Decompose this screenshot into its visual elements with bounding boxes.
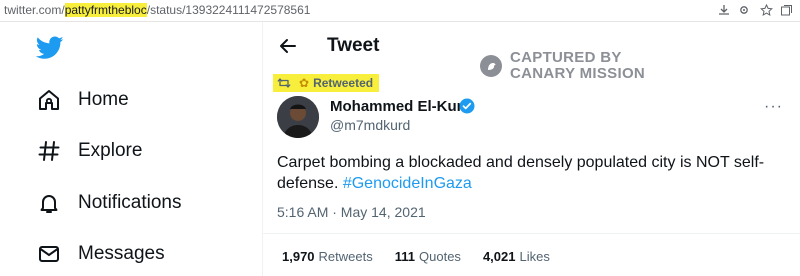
retweet-icon xyxy=(277,76,291,90)
sunflower-icon: ✿ xyxy=(299,76,310,90)
hashtag-link[interactable]: #GenocideInGaza xyxy=(343,175,472,192)
divider xyxy=(263,233,800,234)
envelope-icon xyxy=(36,241,62,267)
favorite-star-icon[interactable] xyxy=(758,2,774,18)
retweets-label: Retweets xyxy=(318,249,373,264)
collections-icon[interactable] xyxy=(778,2,794,18)
sidebar-item-home[interactable]: Home xyxy=(36,80,129,120)
avatar[interactable] xyxy=(277,96,319,138)
url-domain: twitter.com/ xyxy=(4,3,65,17)
sidebar-item-messages[interactable]: Messages xyxy=(36,234,165,274)
author-handle[interactable]: @m7mdkurd xyxy=(330,117,410,133)
quotes-label: Quotes xyxy=(419,249,461,264)
url-path: /status/1393224111472578561 xyxy=(146,3,311,17)
retweets-count: 1,970 xyxy=(282,249,315,264)
sidebar-item-explore[interactable]: Explore xyxy=(36,131,142,171)
column-divider xyxy=(262,22,263,276)
browser-address-bar[interactable]: twitter.com/pattyfrmthebloc/status/13932… xyxy=(0,0,800,22)
watermark-line-2: CANARY MISSION xyxy=(510,65,646,82)
retweeted-label: Retweeted xyxy=(313,76,374,90)
tweet-text: Carpet bombing a blockaded and densely p… xyxy=(277,152,765,194)
bell-icon xyxy=(36,190,62,216)
author-name[interactable]: Mohammed El-Kurd xyxy=(330,98,472,115)
quotes-stat[interactable]: 111 Quotes xyxy=(395,249,461,264)
canary-bird-icon xyxy=(480,55,502,77)
sidebar-item-label: Explore xyxy=(78,140,143,161)
quotes-count: 111 xyxy=(394,249,416,264)
sidebar-item-label: Notifications xyxy=(78,192,182,213)
tweet-timestamp[interactable]: 5:16 AM · May 14, 2021 xyxy=(277,204,426,220)
tweet-stats: 1,970 Retweets 111 Quotes 4,021 Likes xyxy=(282,249,572,264)
page-title: Tweet xyxy=(327,35,380,56)
likes-label: Likes xyxy=(519,249,550,264)
retweets-stat[interactable]: 1,970 Retweets xyxy=(282,249,373,264)
verified-badge-icon xyxy=(459,98,475,114)
tweet-text-line-2: defense. xyxy=(277,175,343,192)
tweet-text-line-1: Carpet bombing a blockaded and densely p… xyxy=(277,154,765,171)
sidebar-item-notifications[interactable]: Notifications xyxy=(36,183,182,223)
url-highlighted-username: pattyfrmthebloc xyxy=(64,3,147,17)
more-options-icon[interactable]: ··· xyxy=(764,98,783,116)
twitter-logo-icon[interactable] xyxy=(35,36,64,65)
likes-stat[interactable]: 4,021 Likes xyxy=(483,249,550,264)
sidebar-item-label: Home xyxy=(78,89,129,110)
settings-icon[interactable] xyxy=(736,2,752,18)
home-icon xyxy=(36,87,62,113)
watermark: CAPTURED BY CANARY MISSION xyxy=(480,50,645,82)
watermark-line-1: CAPTURED BY xyxy=(510,49,622,66)
url-text[interactable]: twitter.com/pattyfrmthebloc/status/13932… xyxy=(4,3,310,17)
back-arrow-icon[interactable] xyxy=(278,36,298,56)
retweeted-banner[interactable]: ✿ Retweeted xyxy=(273,74,380,92)
download-icon[interactable] xyxy=(716,2,732,18)
sidebar-item-label: Messages xyxy=(78,243,165,264)
likes-count: 4,021 xyxy=(482,249,516,264)
hashtag-icon xyxy=(36,138,62,164)
